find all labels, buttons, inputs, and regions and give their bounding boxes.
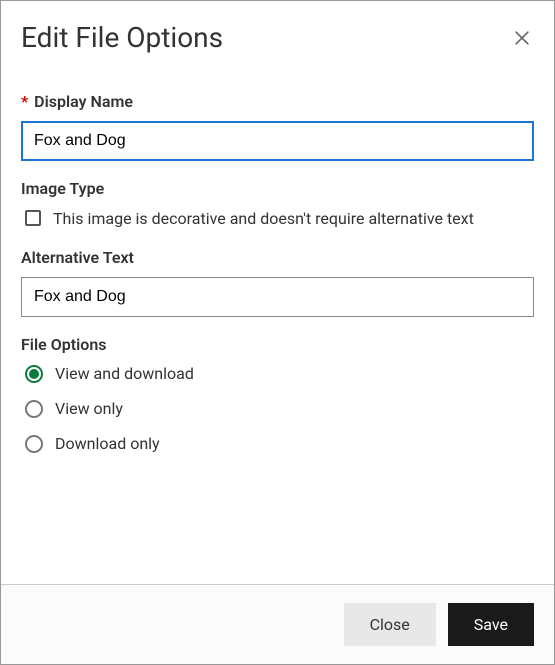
alt-text-label: Alternative Text [21,248,534,267]
alt-text-field-group: Alternative Text [21,248,534,317]
radio-label: View only [55,399,123,418]
decorative-checkbox-row[interactable]: This image is decorative and doesn't req… [25,208,534,230]
decorative-checkbox[interactable] [25,210,41,226]
edit-file-options-dialog: Edit File Options * Display Name Image T… [0,0,555,665]
display-name-label: * Display Name [21,92,534,111]
required-asterisk: * [21,92,28,111]
image-type-label: Image Type [21,179,534,198]
radio-download-only[interactable]: Download only [25,434,534,453]
dialog-title: Edit File Options [21,21,223,54]
radio-dot-icon [29,369,39,379]
alt-text-input[interactable] [21,277,534,317]
file-options-radio-group: View and download View only Download onl… [25,364,534,453]
image-type-field-group: Image Type This image is decorative and … [21,179,534,230]
radio-circle-icon [25,400,43,418]
dialog-body: * Display Name Image Type This image is … [1,64,554,584]
display-name-input[interactable] [21,121,534,161]
radio-circle-icon [25,365,43,383]
save-button[interactable]: Save [448,603,534,646]
radio-label: Download only [55,434,160,453]
display-name-label-text: Display Name [34,92,133,111]
radio-circle-icon [25,435,43,453]
radio-view-only[interactable]: View only [25,399,534,418]
decorative-checkbox-label: This image is decorative and doesn't req… [53,208,474,230]
close-button[interactable]: Close [344,603,436,646]
file-options-field-group: File Options View and download View only… [21,335,534,453]
radio-view-and-download[interactable]: View and download [25,364,534,383]
dialog-footer: Close Save [1,584,554,664]
close-icon[interactable] [510,26,534,50]
file-options-label: File Options [21,335,534,354]
display-name-field-group: * Display Name [21,92,534,161]
dialog-header: Edit File Options [1,1,554,64]
radio-label: View and download [55,364,194,383]
